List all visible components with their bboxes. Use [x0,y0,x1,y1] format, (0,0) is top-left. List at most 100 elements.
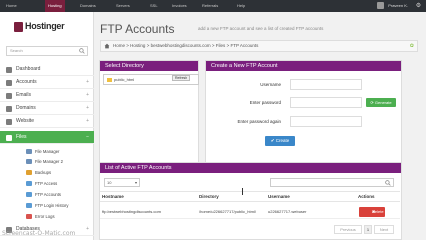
hostinger-logo[interactable]: Hostinger [14,20,84,36]
expand-icon: + [86,226,89,232]
user-avatar[interactable] [377,2,384,9]
nav-referrals[interactable]: Referrals [202,0,218,12]
accounts-search-input[interactable] [270,178,394,187]
subitem-label: FTP Accounts [35,192,61,197]
gear-icon[interactable]: ⚙ [414,2,423,10]
sidebar-item-accounts[interactable]: Accounts + [0,76,94,89]
cell-hostname: ftp.bestwebhostingdiscounts.com [102,209,161,214]
page-title: FTP Accounts [100,22,175,36]
breadcrumb-domain[interactable]: bestwebhostingdiscounts.com [151,43,211,48]
logo-mark-icon [14,22,23,32]
subitem-label: FTP Access [35,181,58,186]
subitem-label: FTP Login History [35,203,69,208]
column-hostname[interactable]: Hostname [102,192,124,202]
sidebar-subitem-backups[interactable]: Backups [0,168,94,177]
password-input[interactable] [290,97,362,108]
folder-public-html[interactable]: public_html [114,77,134,82]
expand-icon: + [86,79,89,85]
delete-button[interactable]: ✖ Delete [359,207,385,217]
column-actions: Actions [358,194,375,199]
nav-hosting[interactable]: Hosting [45,0,65,12]
ftp-access-icon [26,181,32,186]
per-page-select[interactable]: 10 ▾ [104,178,140,187]
logo-text: Hostinger [25,21,65,31]
search-icon [385,180,391,186]
password-row: Enter password ⟳ Generate [206,96,402,110]
user-name[interactable]: Praveen K. [388,0,408,12]
sidebar: Hostinger Search Dashboard Accounts + Em… [0,12,94,240]
pager-page-1[interactable]: 1 [364,225,372,234]
sidebar-subitem-error-logs[interactable]: Error Logs [0,212,94,221]
username-label: Username [260,82,281,87]
ftp-accounts-list-panel: List of Active FTP Accounts 10 ▾ Hostnam… [99,162,402,240]
sidebar-item-dashboard[interactable]: Dashboard [0,63,94,76]
column-username[interactable]: Username [268,192,290,202]
sidebar-subitem-ftp-accounts[interactable]: FTP Accounts [0,190,94,199]
screencast-watermark: Screencast-O-Matic.com [2,230,76,237]
folder-icon [107,77,112,82]
sidebar-item-emails[interactable]: Emails + [0,89,94,102]
nav-home[interactable]: Home [6,0,17,12]
subitem-label: File Manager [35,149,60,154]
website-icon [6,119,12,125]
delete-label: Delete [372,209,384,214]
breadcrumb-files[interactable]: Files [216,43,226,48]
accounts-icon [6,80,12,86]
text-cursor-icon [242,188,244,195]
top-navbar: Home Hosting Domains Servers SSL Invoice… [0,0,426,12]
password-label: Enter password [249,100,281,105]
settings-gear-icon[interactable]: ✿ [410,41,414,51]
create-ftp-account-panel: Create a New FTP Account Username Enter … [205,60,402,164]
nav-ssl[interactable]: SSL [150,0,158,12]
nav-invoices[interactable]: Invoices [172,0,187,12]
create-button[interactable]: ✔ Create [265,136,295,146]
directory-tree[interactable]: public_html Refresh [103,74,199,85]
home-icon [104,43,110,49]
pager-previous[interactable]: Previous [334,225,362,234]
cell-username: u226627717.webuser [268,209,307,214]
refresh-button[interactable]: Refresh [172,75,191,81]
nav-servers[interactable]: Servers [116,0,130,12]
ftp-accounts-list-title: List of Active FTP Accounts [100,163,401,173]
file-manager-2-icon [26,159,32,164]
sidebar-subitem-file-manager-2[interactable]: File Manager 2 [0,157,94,166]
username-input[interactable] [290,79,362,90]
sidebar-item-files[interactable]: Files − [0,131,94,144]
password-again-row: Enter password again [206,115,402,129]
nav-domains[interactable]: Domains [80,0,96,12]
select-directory-title: Select Directory [100,61,198,71]
create-label: Create [275,138,290,143]
expand-icon: + [86,105,89,111]
table-header: Hostname Directory Username Actions [100,191,400,202]
main-content: FTP Accounts add a new FTP account and s… [94,12,426,240]
files-icon [6,135,12,141]
username-row: Username [206,78,402,92]
sidebar-subitem-ftp-access[interactable]: FTP Access [0,179,94,188]
page-subtitle: add a new FTP account and see a list of … [198,26,324,31]
sidebar-item-label: Emails [16,92,32,98]
sidebar-item-website[interactable]: Website + [0,115,94,128]
file-manager-icon [26,149,32,154]
pager-next[interactable]: Next [374,225,394,234]
ftp-accounts-icon [26,192,32,197]
password-again-input[interactable] [290,116,362,127]
sidebar-item-label: Dashboard [16,66,41,72]
column-directory[interactable]: Directory [199,192,219,202]
breadcrumb-home[interactable]: Home [113,43,125,48]
nav-help[interactable]: Help [237,0,245,12]
sidebar-subitem-file-manager[interactable]: File Manager [0,147,94,156]
generate-button[interactable]: ⟳ Generate [366,98,396,107]
sidebar-item-label: Files [16,134,27,140]
subitem-label: Error Logs [35,214,55,219]
subitem-label: Backups [35,170,52,175]
domains-icon [6,106,12,112]
subitem-label: File Manager 2 [35,159,63,164]
sidebar-search-input[interactable]: Search [6,46,88,56]
breadcrumb-hosting[interactable]: Hosting [130,43,145,48]
sidebar-item-domains[interactable]: Domains + [0,102,94,115]
table-row: ftp.bestwebhostingdiscounts.com /home/u2… [100,205,400,219]
dashboard-icon [6,67,12,73]
generate-label: Generate [374,100,392,105]
per-page-value: 10 [107,180,112,185]
sidebar-subitem-ftp-login-history[interactable]: FTP Login History [0,201,94,210]
